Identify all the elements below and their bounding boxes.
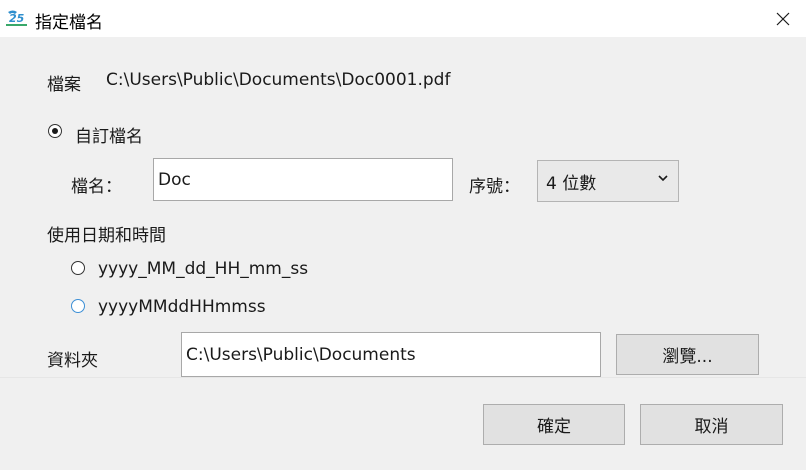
folder-input[interactable]	[181, 332, 601, 377]
custom-filename-label[interactable]: 自訂檔名	[75, 122, 143, 147]
dialog-body: 檔案 C:\Users\Public\Documents\Doc0001.pdf…	[0, 37, 806, 377]
chevron-down-icon	[658, 175, 668, 182]
title-bar: 25 指定檔名	[0, 0, 806, 38]
datetime-format-radio-2[interactable]	[71, 299, 85, 313]
serial-label: 序號：	[469, 177, 520, 197]
file-label: 檔案	[47, 75, 81, 95]
window-title: 指定檔名	[35, 13, 103, 33]
svg-text:25: 25	[9, 12, 25, 25]
datetime-format-label-1[interactable]: yyyy_MM_dd_HH_mm_ss	[98, 259, 308, 279]
folder-label: 資料夾	[47, 351, 98, 371]
serial-digits-select[interactable]: 4 位數	[537, 160, 679, 202]
ok-button[interactable]: 確定	[483, 404, 625, 445]
browse-button[interactable]: 瀏覽...	[616, 334, 759, 375]
datetime-format-label-2[interactable]: yyyyMMddHHmmss	[98, 297, 266, 317]
datetime-format-radio-1[interactable]	[71, 261, 85, 275]
filename-label: 檔名：	[71, 177, 122, 197]
specify-filename-dialog: 25 指定檔名 檔案 C:\Users\Public\Documents\Doc…	[0, 0, 806, 470]
custom-filename-radio[interactable]	[48, 124, 62, 138]
cancel-button[interactable]: 取消	[640, 404, 783, 445]
datetime-section-label: 使用日期和時間	[47, 226, 166, 246]
serial-digits-value: 4 位數	[546, 173, 597, 194]
dialog-footer: 確定 取消	[0, 377, 806, 470]
app-logo-icon: 25	[6, 10, 27, 26]
close-button[interactable]	[760, 0, 806, 37]
filename-input[interactable]	[153, 158, 453, 201]
close-icon	[776, 12, 790, 25]
file-path: C:\Users\Public\Documents\Doc0001.pdf	[106, 70, 451, 90]
